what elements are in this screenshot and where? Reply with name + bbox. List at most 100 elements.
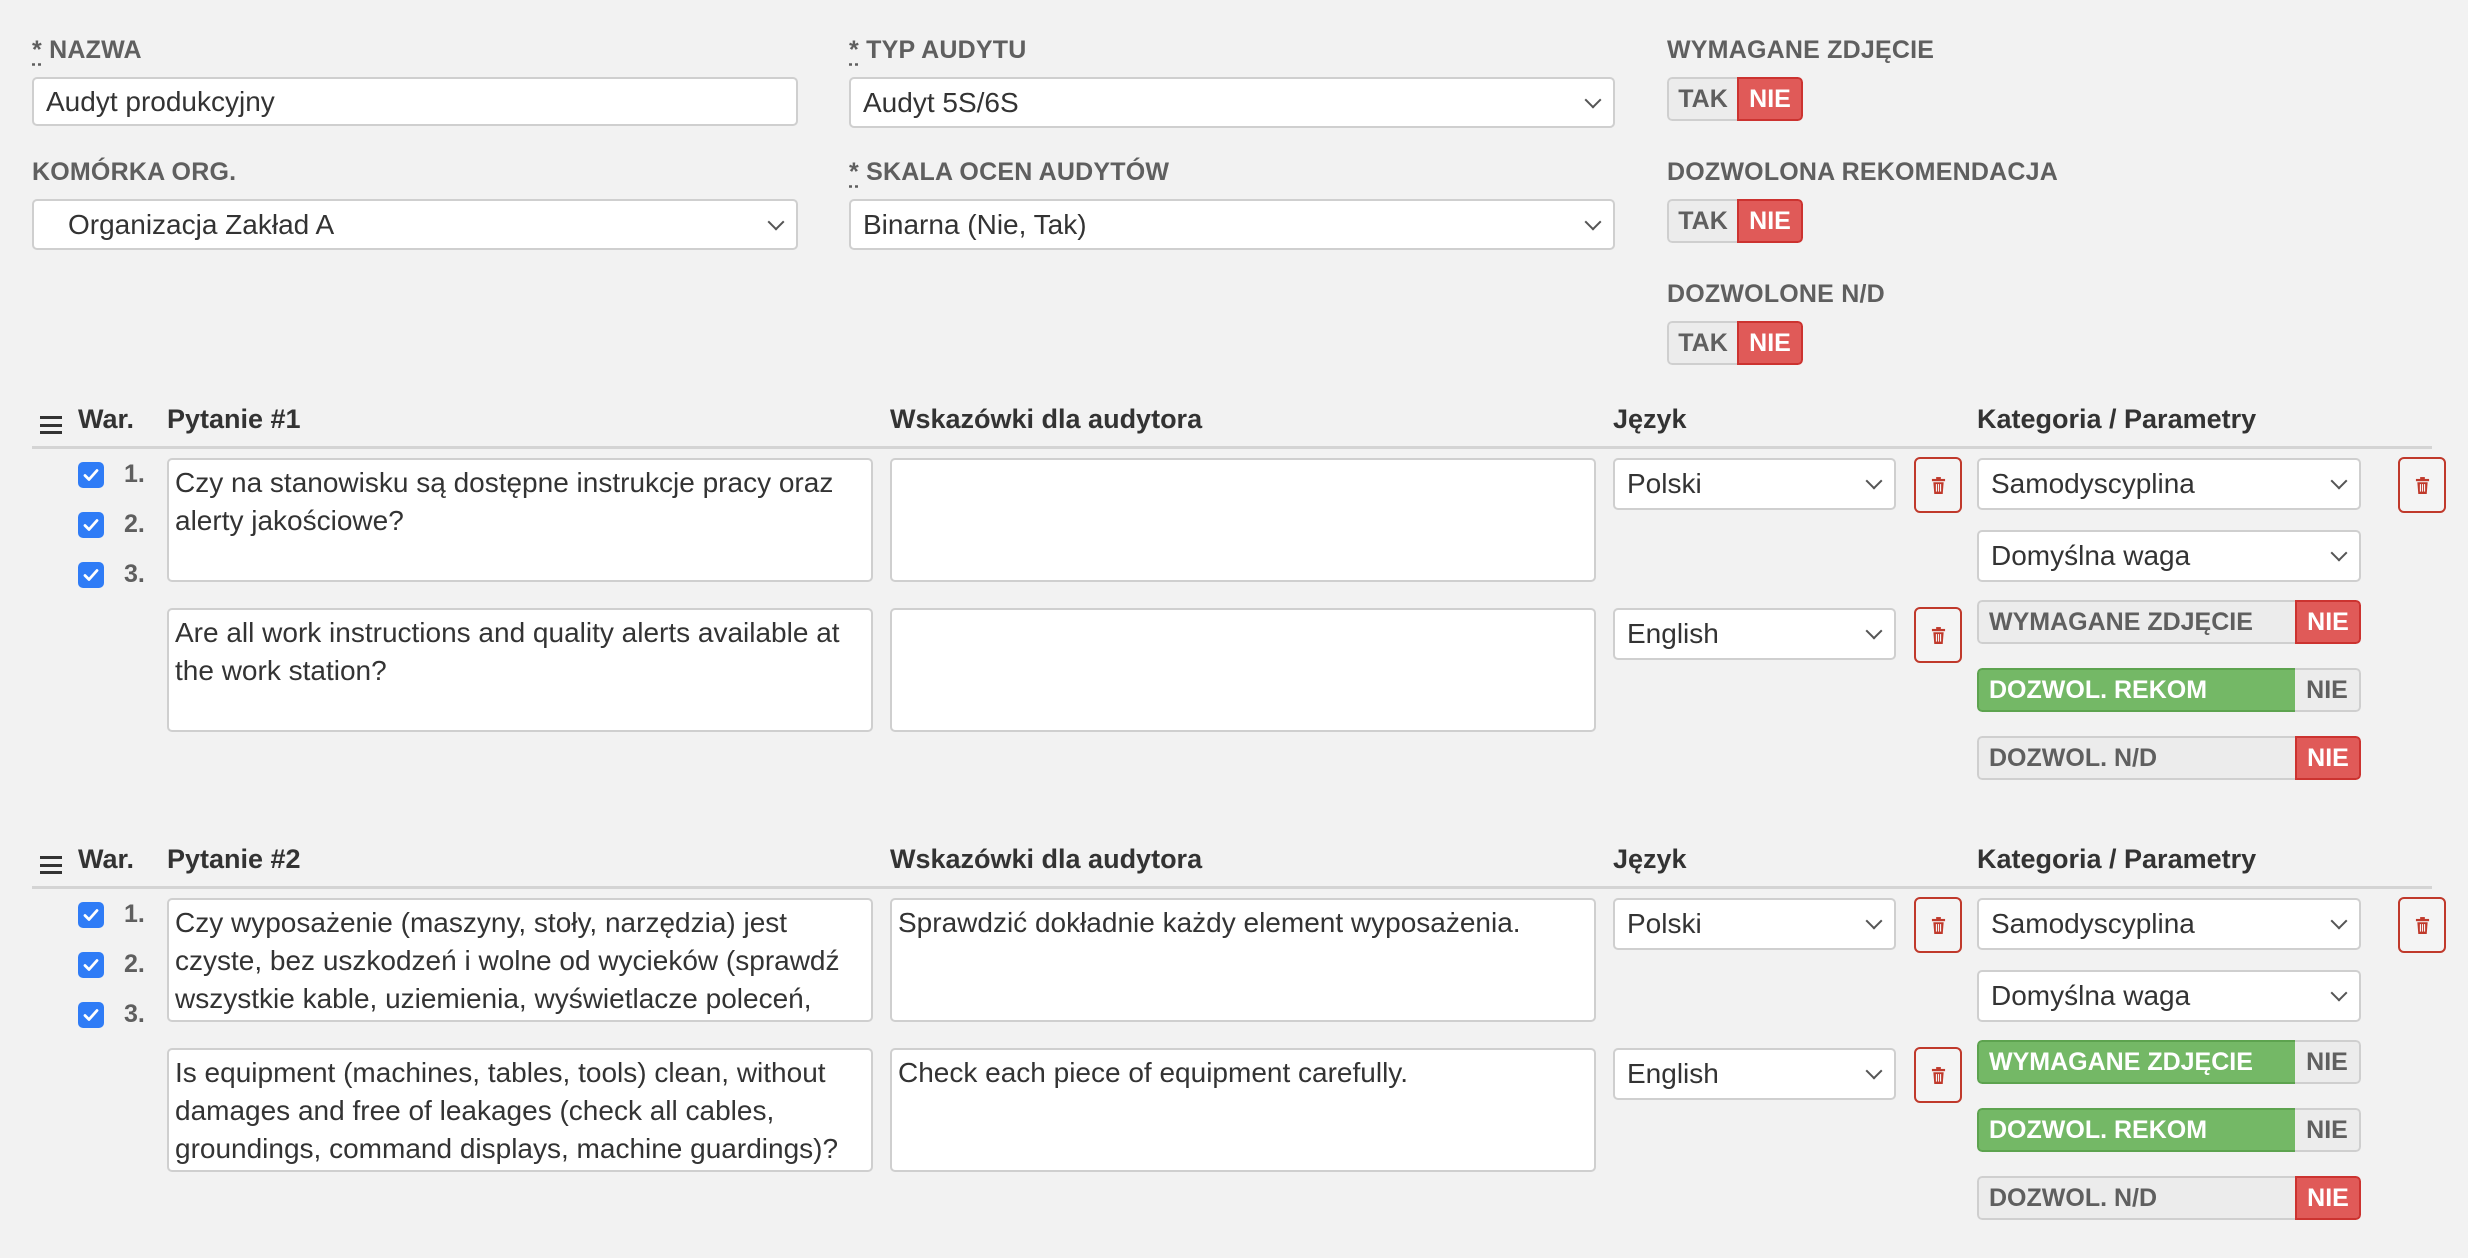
audit-type-select[interactable]: Audyt 5S/6S [849, 77, 1615, 128]
language-value: English [1627, 1058, 1719, 1089]
variant-number: 2. [124, 950, 145, 978]
param-value[interactable]: NIE [2295, 1108, 2361, 1152]
param-toggle[interactable]: WYMAGANE ZDJĘCIE NIE [1977, 1040, 2361, 1084]
drag-handle-icon[interactable] [40, 416, 62, 434]
variant-checkbox[interactable] [78, 1002, 104, 1028]
photo-required-toggle[interactable]: TAK NIE [1667, 77, 1803, 121]
rating-scale-select[interactable]: Binarna (Nie, Tak) [849, 199, 1615, 250]
category-select[interactable]: Samodyscyplina [1977, 898, 2361, 950]
na-allowed-label: DOZWOLONE N/D [1667, 280, 1885, 308]
question-text: Czy na stanowisku są dostępne instrukcje… [175, 467, 842, 536]
resize-grip-icon[interactable] [854, 563, 868, 577]
delete-translation-button[interactable] [1914, 1047, 1962, 1103]
param-toggle[interactable]: WYMAGANE ZDJĘCIE NIE [1977, 600, 2361, 644]
checkmark-icon [83, 519, 99, 531]
variant-checkbox[interactable] [78, 902, 104, 928]
param-value[interactable]: NIE [2295, 736, 2361, 780]
variant-number: 3. [124, 1000, 145, 1028]
name-input[interactable]: Audyt produkcyjny [32, 77, 798, 126]
param-label[interactable]: DOZWOL. REKOM [1977, 668, 2295, 712]
resize-grip-icon[interactable] [854, 1003, 868, 1017]
param-label[interactable]: WYMAGANE ZDJĘCIE [1977, 1040, 2295, 1084]
param-toggle[interactable]: DOZWOL. N/D NIE [1977, 736, 2361, 780]
toggle-no[interactable]: NIE [1737, 199, 1803, 243]
toggle-no[interactable]: NIE [1737, 77, 1803, 121]
question-text-input[interactable]: Is equipment (machines, tables, tools) c… [167, 1048, 873, 1172]
toggle-no[interactable]: NIE [1737, 321, 1803, 365]
variants-header: War. [78, 404, 135, 434]
param-value[interactable]: NIE [2295, 668, 2361, 712]
language-select[interactable]: English [1613, 1048, 1896, 1100]
guidance-input[interactable] [890, 608, 1596, 732]
toggle-yes[interactable]: TAK [1667, 77, 1737, 121]
param-value[interactable]: NIE [2295, 1040, 2361, 1084]
category-header: Kategoria / Parametry [1977, 404, 2257, 434]
param-label[interactable]: DOZWOL. N/D [1977, 1176, 2295, 1220]
trash-icon [1931, 476, 1945, 494]
toggle-yes[interactable]: TAK [1667, 321, 1737, 365]
checkmark-icon [83, 959, 99, 971]
resize-grip-icon[interactable] [1577, 713, 1591, 727]
trash-icon [2415, 476, 2429, 494]
guidance-input[interactable]: Sprawdzić dokładnie każdy element wyposa… [890, 898, 1596, 1022]
delete-question-button[interactable] [2398, 897, 2446, 953]
toggle-yes[interactable]: TAK [1667, 199, 1737, 243]
checkmark-icon [83, 909, 99, 921]
trash-icon [1931, 1066, 1945, 1084]
category-select[interactable]: Samodyscyplina [1977, 458, 2361, 510]
param-toggle[interactable]: DOZWOL. REKOM NIE [1977, 668, 2361, 712]
header-divider [32, 886, 2432, 889]
chevron-down-icon [2330, 912, 2348, 930]
param-value[interactable]: NIE [2295, 600, 2361, 644]
question-title: Pytanie #2 [167, 844, 301, 874]
variants-header: War. [78, 844, 135, 874]
variant-checkbox[interactable] [78, 562, 104, 588]
chevron-down-icon [1865, 912, 1883, 930]
chevron-down-icon [767, 213, 785, 230]
language-select[interactable]: Polski [1613, 458, 1896, 510]
category-value: Samodyscyplina [1991, 908, 2195, 939]
chevron-down-icon [1584, 91, 1602, 108]
chevron-down-icon [2330, 544, 2348, 562]
language-select[interactable]: English [1613, 608, 1896, 660]
resize-grip-icon[interactable] [1577, 1003, 1591, 1017]
param-toggle[interactable]: DOZWOL. N/D NIE [1977, 1176, 2361, 1220]
delete-question-button[interactable] [2398, 457, 2446, 513]
param-label[interactable]: DOZWOL. N/D [1977, 736, 2295, 780]
na-allowed-toggle[interactable]: TAK NIE [1667, 321, 1803, 365]
variant-checkbox[interactable] [78, 512, 104, 538]
delete-translation-button[interactable] [1914, 457, 1962, 513]
delete-translation-button[interactable] [1914, 897, 1962, 953]
resize-grip-icon[interactable] [854, 713, 868, 727]
language-value: Polski [1627, 468, 1702, 499]
drag-handle-icon[interactable] [40, 856, 62, 874]
question-text: Are all work instructions and quality al… [175, 617, 848, 686]
guidance-input[interactable] [890, 458, 1596, 582]
param-label[interactable]: DOZWOL. REKOM [1977, 1108, 2295, 1152]
variant-checkbox[interactable] [78, 952, 104, 978]
language-select[interactable]: Polski [1613, 898, 1896, 950]
org-unit-value: Organizacja Zakład A [68, 208, 335, 240]
weight-select[interactable]: Domyślna waga [1977, 970, 2361, 1022]
resize-grip-icon[interactable] [1577, 1153, 1591, 1167]
param-toggle[interactable]: DOZWOL. REKOM NIE [1977, 1108, 2361, 1152]
weight-select[interactable]: Domyślna waga [1977, 530, 2361, 582]
variant-checkbox[interactable] [78, 462, 104, 488]
org-unit-select[interactable]: Organizacja Zakład A [32, 199, 798, 250]
delete-translation-button[interactable] [1914, 607, 1962, 663]
rating-scale-label: * SKALA OCEN AUDYTÓW [849, 158, 1169, 187]
question-text-input[interactable]: Are all work instructions and quality al… [167, 608, 873, 732]
recommendation-allowed-toggle[interactable]: TAK NIE [1667, 199, 1803, 243]
rating-scale-value: Binarna (Nie, Tak) [863, 208, 1087, 240]
question-text: Czy wyposażenie (maszyny, stoły, narzędz… [175, 907, 848, 1014]
question-text-input[interactable]: Czy wyposażenie (maszyny, stoły, narzędz… [167, 898, 873, 1022]
param-value[interactable]: NIE [2295, 1176, 2361, 1220]
resize-grip-icon[interactable] [854, 1153, 868, 1167]
question-text-input[interactable]: Czy na stanowisku są dostępne instrukcje… [167, 458, 873, 582]
resize-grip-icon[interactable] [1577, 563, 1591, 577]
chevron-down-icon [1865, 1062, 1883, 1080]
guidance-text: Sprawdzić dokładnie każdy element wyposa… [898, 907, 1521, 938]
chevron-down-icon [2330, 984, 2348, 1002]
param-label[interactable]: WYMAGANE ZDJĘCIE [1977, 600, 2295, 644]
guidance-input[interactable]: Check each piece of equipment carefully. [890, 1048, 1596, 1172]
